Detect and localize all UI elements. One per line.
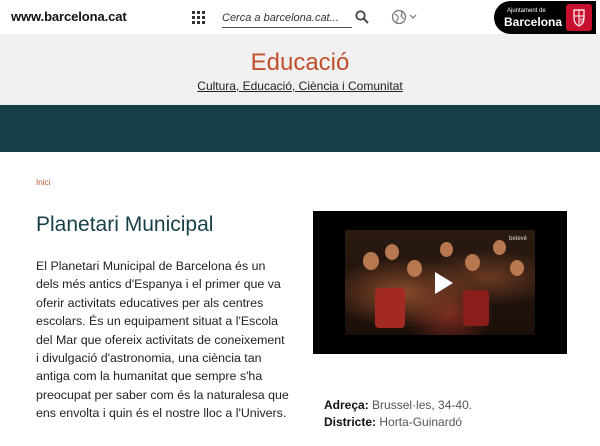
section-header: Educació Cultura, Educació, Ciència i Co…: [0, 34, 600, 105]
section-subtitle-link[interactable]: Cultura, Educació, Ciència i Comunitat: [0, 79, 600, 93]
video-channel-label: betevé: [508, 236, 527, 242]
video-player[interactable]: betevé: [313, 211, 567, 354]
address-value: Brussel·les, 34-40.: [372, 398, 473, 412]
address-line: Adreça: Brussel·les, 34-40.: [324, 398, 472, 412]
district-line: Districte: Horta-Guinardó: [324, 415, 462, 429]
barcelona-logo[interactable]: Ajuntament de Barcelona: [494, 1, 596, 34]
district-value: Horta-Guinardó: [379, 415, 463, 429]
apps-grid-icon[interactable]: [192, 11, 205, 24]
top-bar: www.barcelona.cat Ajuntament de Barcelon…: [0, 0, 600, 34]
intro-paragraph: El Planetari Municipal de Barcelona és u…: [36, 259, 289, 421]
logo-big-text: Barcelona: [504, 15, 563, 29]
search-input[interactable]: [222, 9, 350, 27]
video-thumbnail: betevé: [345, 230, 535, 335]
breadcrumb-home[interactable]: Inici: [36, 178, 50, 187]
search-box: [222, 8, 352, 28]
site-home-link[interactable]: www.barcelona.cat: [11, 9, 127, 24]
logo-small-text: Ajuntament de: [507, 8, 546, 14]
play-icon[interactable]: [427, 268, 457, 298]
page-title: Planetari Municipal: [36, 213, 214, 236]
address-label: Adreça:: [324, 398, 369, 412]
section-title: Educació: [250, 49, 350, 76]
district-label: Districte:: [324, 415, 377, 429]
search-icon[interactable]: [355, 10, 369, 24]
language-globe-icon[interactable]: [391, 9, 419, 25]
city-shield-icon: [566, 4, 592, 31]
header-banner: [0, 105, 600, 152]
